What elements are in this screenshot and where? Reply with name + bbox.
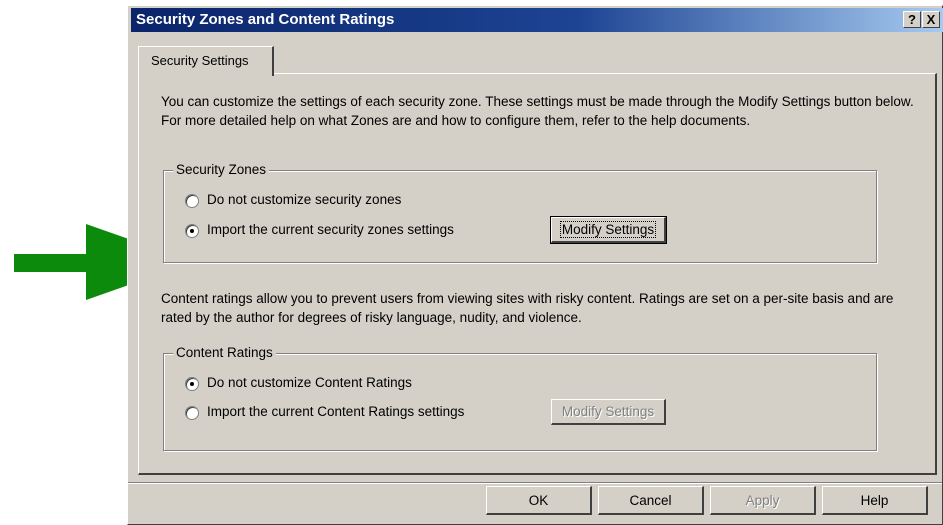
content-ratings-label: Content Ratings	[173, 344, 276, 362]
ok-button[interactable]: OK	[486, 486, 592, 515]
window-title: Security Zones and Content Ratings	[136, 11, 395, 28]
radio-button[interactable]	[185, 194, 199, 208]
tab-security-settings[interactable]: Security Settings	[138, 46, 274, 76]
modify-ratings-button[interactable]: Modify Settings	[551, 399, 666, 425]
help-button[interactable]: Help	[822, 486, 928, 515]
radio-button[interactable]	[185, 377, 199, 391]
security-zones-label: Security Zones	[173, 161, 270, 179]
title-bar[interactable]: Security Zones and Content Ratings ? X	[131, 8, 943, 32]
footer-separator	[128, 482, 942, 484]
ratings-text: Content ratings allow you to prevent use…	[161, 291, 894, 325]
intro-text: You can customize the settings of each s…	[161, 94, 914, 128]
security-zones-group: Security Zones	[163, 161, 877, 263]
close-icon[interactable]: X	[922, 11, 940, 28]
radio-button[interactable]	[185, 406, 199, 420]
modify-zones-button[interactable]: Modify Settings	[550, 216, 667, 244]
help-icon[interactable]: ?	[903, 11, 921, 28]
cancel-button[interactable]: Cancel	[598, 486, 704, 515]
apply-button[interactable]: Apply	[710, 486, 816, 515]
radio-button[interactable]	[185, 224, 199, 238]
